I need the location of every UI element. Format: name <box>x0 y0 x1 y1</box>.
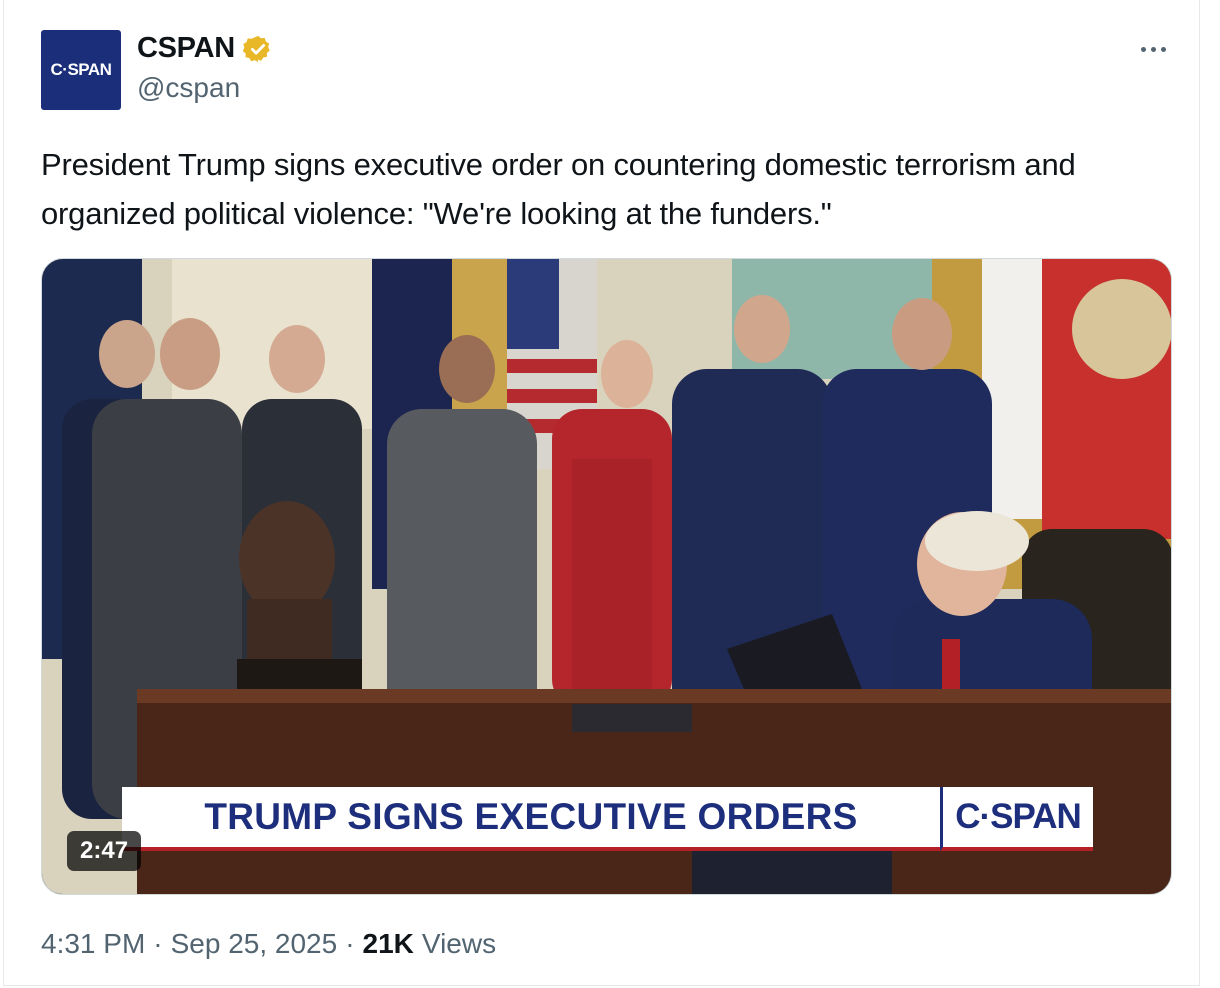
views-label: Views <box>421 928 497 959</box>
tweet-metadata: 4:31 PM · Sep 25, 2025 · 21K Views <box>41 928 496 960</box>
tweet-time[interactable]: 4:31 PM <box>41 928 145 960</box>
tweet-text: President Trump signs executive order on… <box>41 147 1076 231</box>
separator: · <box>345 928 355 959</box>
network-logo-text: C·SPAN <box>955 797 1082 836</box>
views-count[interactable]: 21K <box>363 928 414 960</box>
separator: · <box>153 928 163 959</box>
tweet-card: C·SPAN CSPAN @cspan President Trump sign… <box>3 0 1200 986</box>
tweet-date[interactable]: Sep 25, 2025 <box>171 928 338 960</box>
video-player[interactable]: TRUMP SIGNS EXECUTIVE ORDERS C·SPAN 2:47 <box>41 258 1172 895</box>
author-name-row[interactable]: CSPAN <box>137 32 273 65</box>
display-name[interactable]: CSPAN <box>137 32 235 65</box>
lower-third-banner: TRUMP SIGNS EXECUTIVE ORDERS <box>122 787 940 851</box>
video-duration-badge: 2:47 <box>67 831 142 871</box>
more-options-icon[interactable] <box>1136 34 1170 64</box>
network-logo: C·SPAN <box>940 787 1093 851</box>
account-handle[interactable]: @cspan <box>137 72 240 104</box>
avatar[interactable]: C·SPAN <box>41 30 121 110</box>
avatar-logo-text: C·SPAN <box>50 60 112 79</box>
lower-third-text: TRUMP SIGNS EXECUTIVE ORDERS <box>204 796 858 837</box>
verified-badge-icon <box>242 35 270 62</box>
